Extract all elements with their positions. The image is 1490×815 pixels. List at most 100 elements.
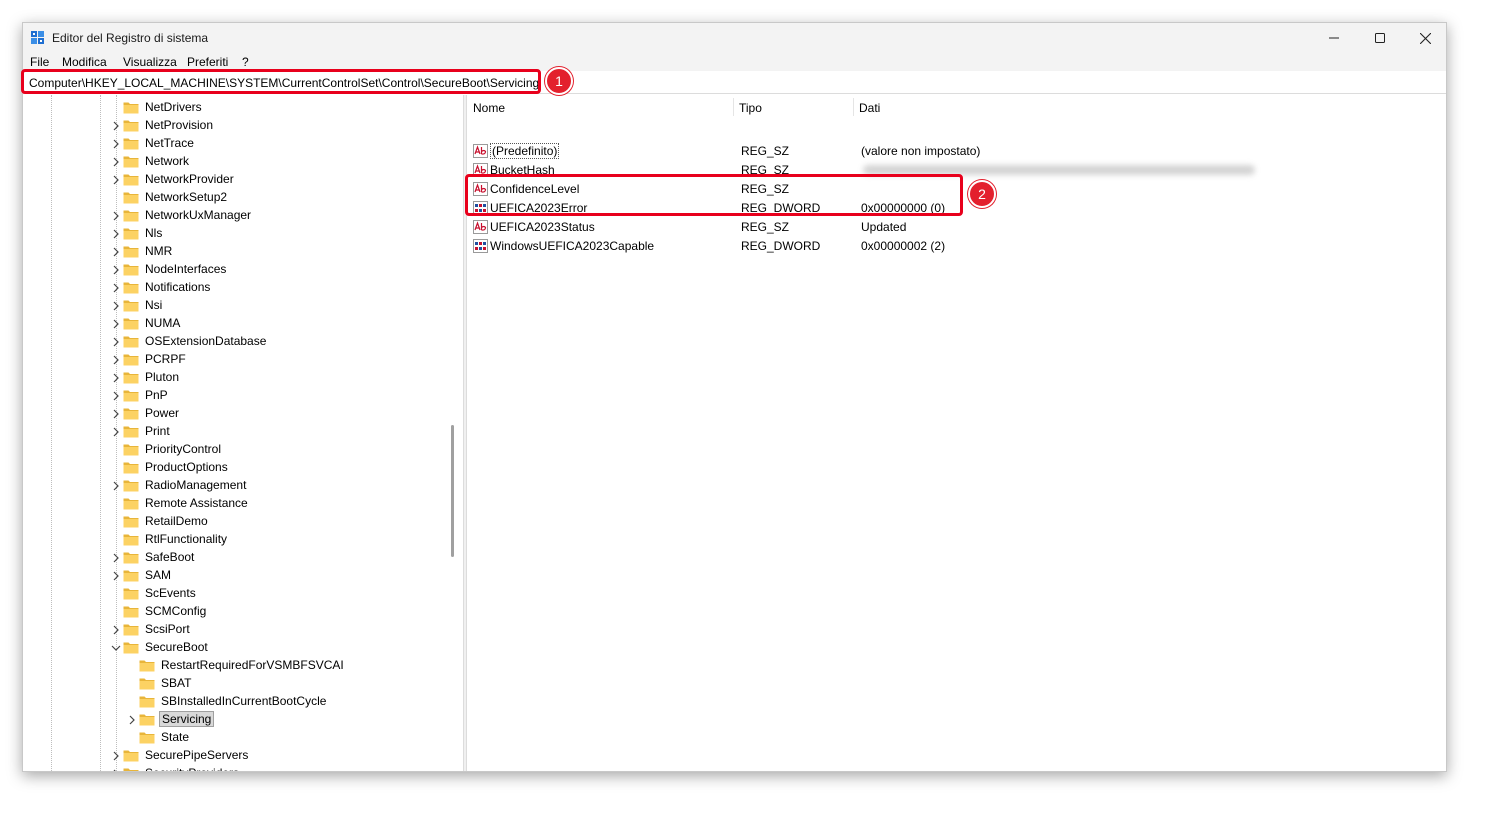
folder-icon <box>123 624 139 636</box>
tree-item[interactable]: NetworkUxManager <box>23 207 443 225</box>
tree-item[interactable]: RetailDemo <box>23 513 443 531</box>
tree-item[interactable]: NodeInterfaces <box>23 261 443 279</box>
chevron-right-icon[interactable] <box>127 714 137 726</box>
folder-icon <box>123 174 139 186</box>
tree-item[interactable]: SecurityProviders <box>23 765 443 772</box>
chevron-right-icon[interactable] <box>111 282 121 294</box>
chevron-right-icon[interactable] <box>111 138 121 150</box>
folder-icon <box>123 120 139 132</box>
folder-icon <box>123 534 139 546</box>
tree-item[interactable]: ProductOptions <box>23 459 443 477</box>
chevron-right-icon[interactable] <box>111 264 121 276</box>
chevron-right-icon[interactable] <box>111 768 121 772</box>
column-separator[interactable] <box>853 98 854 116</box>
tree-item[interactable]: NUMA <box>23 315 443 333</box>
chevron-right-icon[interactable] <box>111 210 121 222</box>
folder-icon <box>123 318 139 330</box>
maximize-button[interactable] <box>1357 23 1403 53</box>
tree-item[interactable]: ScEvents <box>23 585 443 603</box>
menu-preferiti[interactable]: Preferiti <box>187 55 228 69</box>
tree-item-label: SecurePipeServers <box>145 748 249 762</box>
tree-item[interactable]: PnP <box>23 387 443 405</box>
chevron-right-icon[interactable] <box>111 246 121 258</box>
chevron-right-icon[interactable] <box>111 372 121 384</box>
table-row[interactable]: WindowsUEFICA2023Capable REG_DWORD 0x00000… <box>473 237 1433 256</box>
chevron-right-icon[interactable] <box>111 228 121 240</box>
tree-item[interactable]: NetTrace <box>23 135 443 153</box>
tree-item[interactable]: ScsiPort <box>23 621 443 639</box>
chevron-right-icon[interactable] <box>111 318 121 330</box>
menu-visualizza[interactable]: Visualizza <box>123 55 177 69</box>
tree-item[interactable]: PCRPF <box>23 351 443 369</box>
chevron-right-icon[interactable] <box>111 426 121 438</box>
chevron-right-icon[interactable] <box>111 336 121 348</box>
chevron-right-icon[interactable] <box>111 570 121 582</box>
tree-item[interactable]: Print <box>23 423 443 441</box>
tree-item[interactable]: Network <box>23 153 443 171</box>
tree-item[interactable]: Nls <box>23 225 443 243</box>
tree-item[interactable]: RtlFunctionality <box>23 531 443 549</box>
close-button[interactable] <box>1402 23 1446 53</box>
chevron-right-icon[interactable] <box>111 624 121 636</box>
minimize-button[interactable] <box>1311 23 1357 53</box>
annotation-box-values <box>465 174 963 216</box>
tree-item[interactable]: NetDrivers <box>23 99 443 117</box>
chevron-right-icon[interactable] <box>111 354 121 366</box>
chevron-right-icon[interactable] <box>111 300 121 312</box>
column-header-type[interactable]: Tipo <box>739 101 762 115</box>
column-header-name[interactable]: Nome <box>473 101 505 115</box>
table-row[interactable]: (Predefinito) REG_SZ (valore non impostato… <box>473 142 1433 161</box>
value-name: (Predefinito) <box>490 143 560 159</box>
title-bar[interactable]: Editor del Registro di sistema <box>23 23 1446 53</box>
tree-item[interactable]: State <box>23 729 443 747</box>
chevron-down-icon[interactable] <box>111 642 121 654</box>
tree-item-label: RadioManagement <box>145 478 247 492</box>
tree-item[interactable]: RestartRequiredForVSMBFSVCAI <box>23 657 443 675</box>
tree-item[interactable]: NetProvision <box>23 117 443 135</box>
key-tree[interactable]: NetDrivers NetProvision NetTrace Network Net… <box>23 95 463 772</box>
tree-item[interactable]: SafeBoot <box>23 549 443 567</box>
tree-item[interactable]: NetworkProvider <box>23 171 443 189</box>
table-row[interactable]: UEFICA2023Status REG_SZ Updated <box>473 218 1433 237</box>
tree-item[interactable]: SBAT <box>23 675 443 693</box>
menu-file[interactable]: File <box>30 55 49 69</box>
tree-item[interactable]: NMR <box>23 243 443 261</box>
tree-item[interactable]: Power <box>23 405 443 423</box>
tree-item[interactable]: SecurePipeServers <box>23 747 443 765</box>
menu-help[interactable]: ? <box>242 55 249 69</box>
window-title: Editor del Registro di sistema <box>52 31 209 45</box>
column-separator[interactable] <box>733 98 734 116</box>
tree-item[interactable]: Remote Assistance <box>23 495 443 513</box>
chevron-right-icon[interactable] <box>111 408 121 420</box>
tree-scrollbar[interactable] <box>451 425 454 557</box>
menu-modifica[interactable]: Modifica <box>62 55 107 69</box>
chevron-right-icon[interactable] <box>111 480 121 492</box>
tree-item[interactable]: Servicing <box>23 711 443 729</box>
value-name: UEFICA2023Status <box>490 220 595 234</box>
folder-icon <box>123 498 139 510</box>
chevron-right-icon[interactable] <box>111 120 121 132</box>
tree-item-label: ScsiPort <box>145 622 190 636</box>
tree-item-label: SafeBoot <box>145 550 195 564</box>
chevron-right-icon[interactable] <box>111 750 121 762</box>
column-header-data[interactable]: Dati <box>859 101 880 115</box>
tree-item[interactable]: SAM <box>23 567 443 585</box>
chevron-right-icon[interactable] <box>111 156 121 168</box>
tree-item[interactable]: SCMConfig <box>23 603 443 621</box>
tree-item[interactable]: Notifications <box>23 279 443 297</box>
tree-item[interactable]: Nsi <box>23 297 443 315</box>
chevron-right-icon[interactable] <box>111 174 121 186</box>
tree-item[interactable]: RadioManagement <box>23 477 443 495</box>
tree-item[interactable]: OSExtensionDatabase <box>23 333 443 351</box>
tree-item[interactable]: NetworkSetup2 <box>23 189 443 207</box>
tree-item-label: Servicing <box>159 711 215 727</box>
folder-icon <box>123 552 139 564</box>
tree-item[interactable]: SecureBoot <box>23 639 443 657</box>
tree-item[interactable]: SBInstalledInCurrentBootCycle <box>23 693 443 711</box>
folder-icon <box>123 606 139 618</box>
tree-item[interactable]: PriorityControl <box>23 441 443 459</box>
chevron-right-icon[interactable] <box>111 390 121 402</box>
tree-item-label: OSExtensionDatabase <box>145 334 267 348</box>
tree-item[interactable]: Pluton <box>23 369 443 387</box>
chevron-right-icon[interactable] <box>111 552 121 564</box>
